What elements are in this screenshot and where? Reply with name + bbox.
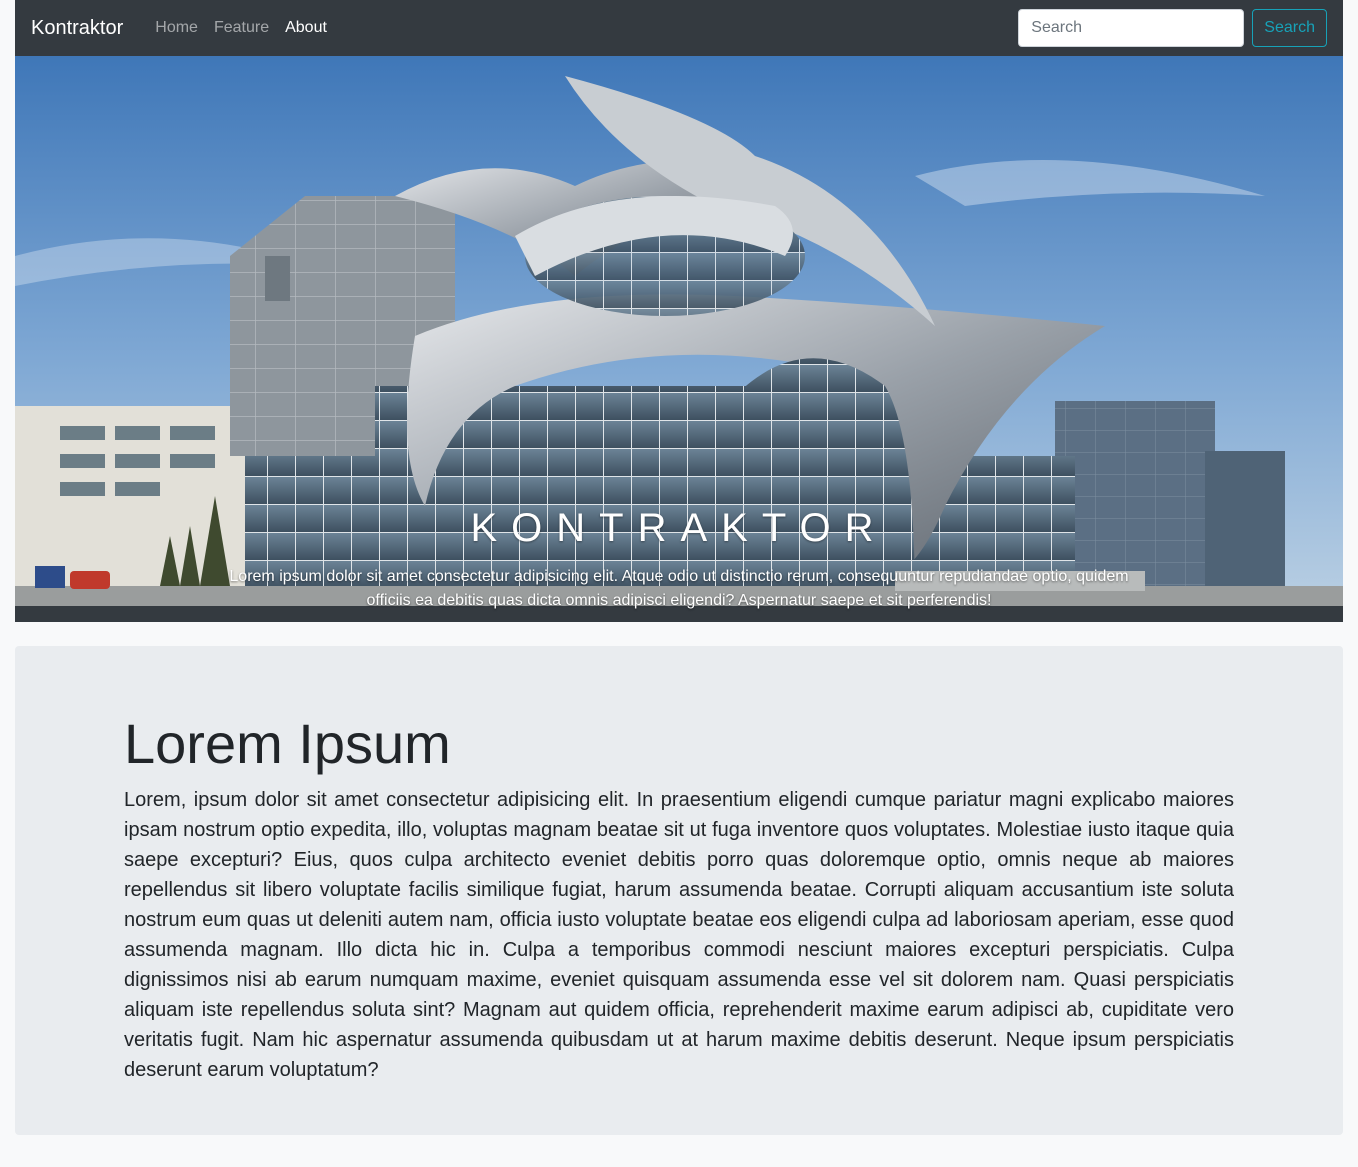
- search-input[interactable]: [1018, 9, 1245, 47]
- nav-link-about[interactable]: About: [277, 11, 335, 45]
- hero-caption: KONTRAKTOR Lorem ipsum dolor sit amet co…: [15, 506, 1343, 613]
- navbar: Kontraktor Home Feature About Search: [15, 0, 1343, 56]
- jumbotron: Lorem Ipsum Lorem, ipsum dolor sit amet …: [15, 646, 1343, 1135]
- search-button[interactable]: Search: [1252, 9, 1327, 47]
- nav-links: Home Feature About: [147, 11, 335, 45]
- jumbotron-body: Lorem, ipsum dolor sit amet consectetur …: [124, 789, 1234, 1082]
- jumbotron-heading: Lorem Ipsum: [124, 712, 451, 775]
- search-form: Search: [1018, 9, 1327, 47]
- hero-carousel: KONTRAKTOR Lorem ipsum dolor sit amet co…: [15, 56, 1343, 622]
- navbar-brand[interactable]: Kontraktor: [31, 17, 123, 40]
- nav-link-feature[interactable]: Feature: [206, 11, 277, 45]
- page-wrapper: Kontraktor Home Feature About Search Sea…: [15, 0, 1343, 622]
- hero-title: KONTRAKTOR: [470, 506, 888, 550]
- hero-text: Lorem ipsum dolor sit amet consectetur a…: [229, 568, 1129, 609]
- nav-link-home[interactable]: Home: [147, 11, 206, 45]
